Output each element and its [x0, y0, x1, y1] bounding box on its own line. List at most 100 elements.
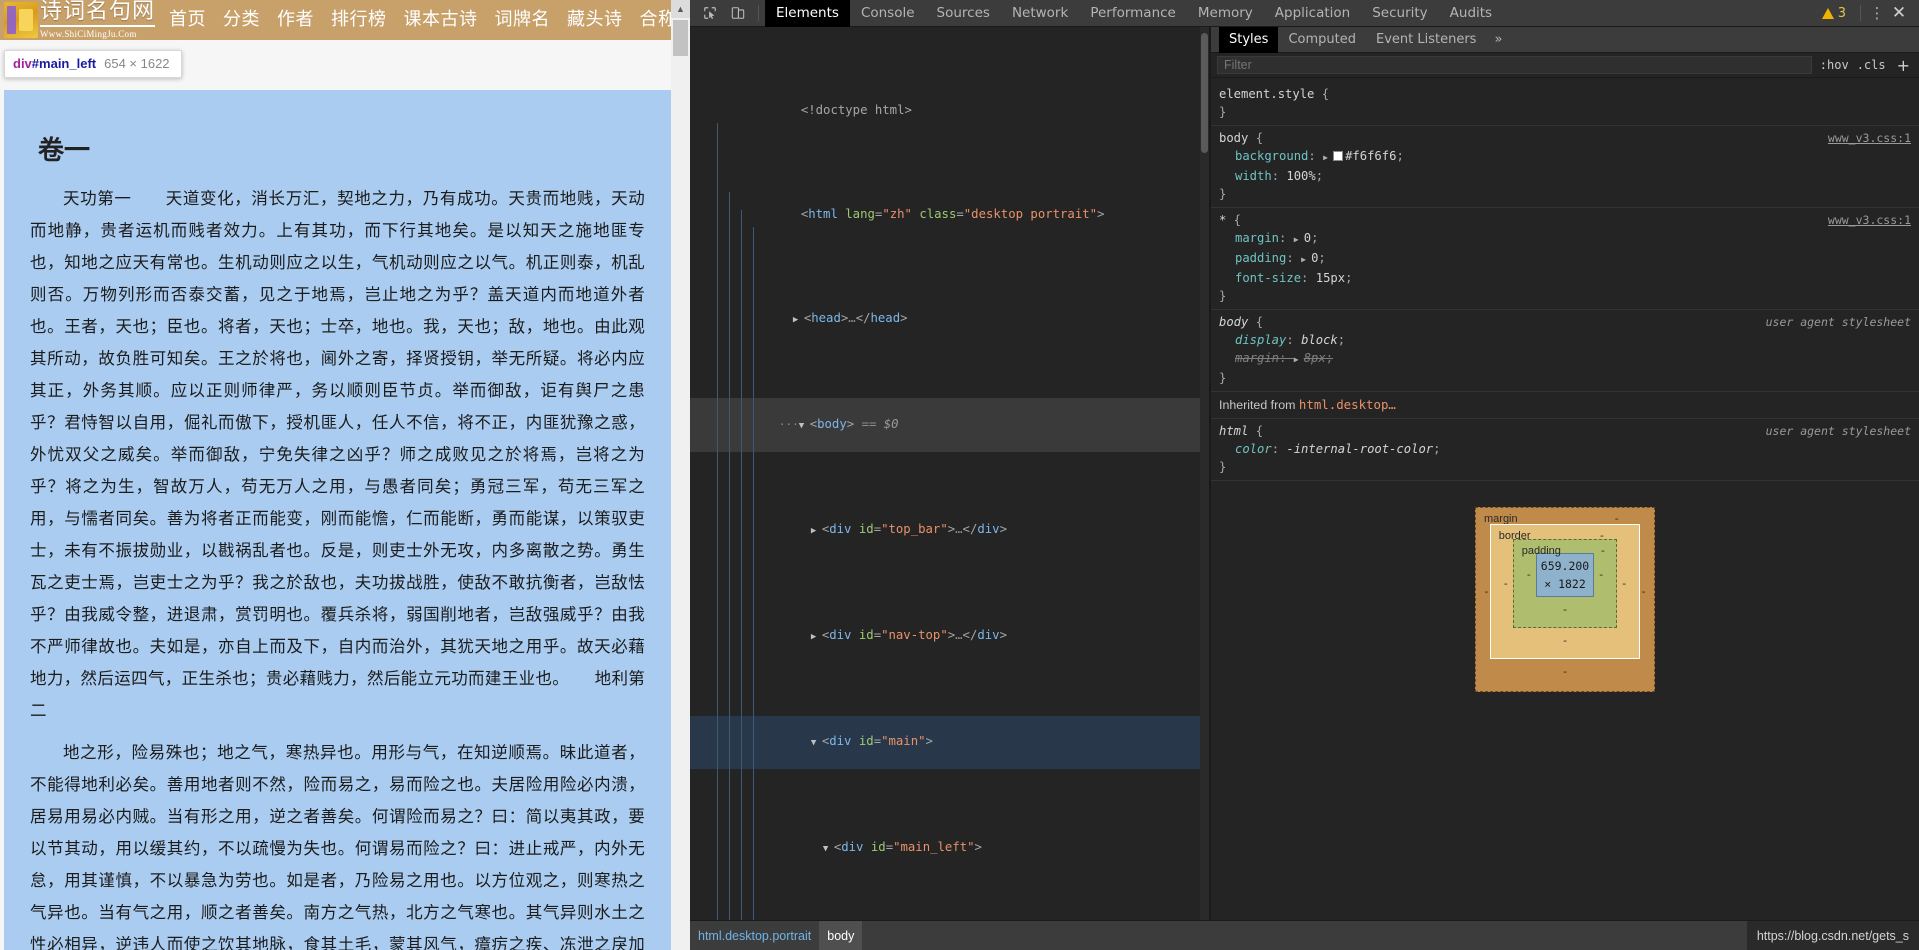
- dom-line-html[interactable]: <html lang="zh" class="desktop portrait"…: [690, 189, 1209, 241]
- box-model-margin-bottom[interactable]: -: [1486, 663, 1644, 681]
- inspect-cursor-icon[interactable]: [696, 0, 724, 26]
- tab-audits[interactable]: Audits: [1439, 0, 1503, 27]
- box-model-margin-left[interactable]: -: [1483, 583, 1490, 601]
- declaration-property[interactable]: margin: [1219, 231, 1279, 245]
- nav-item-acrostic[interactable]: 藏头诗: [567, 0, 623, 40]
- chapter-content: 天功第一 天道变化，消长万汇，契地之力，乃有成功。天贵而地贱，天动而地静，贵者运…: [30, 183, 645, 950]
- declaration-property[interactable]: font-size: [1219, 271, 1301, 285]
- expand-triangle-icon[interactable]: ▶: [811, 523, 822, 540]
- site-logo[interactable]: 诗词名句网 Www.ShiCiMingJu.Com: [4, 0, 169, 40]
- box-model-padding-top[interactable]: -: [1600, 542, 1607, 560]
- declaration-value[interactable]: block: [1301, 333, 1338, 347]
- box-model-margin[interactable]: margin - - border - - padding - - 659.20…: [1475, 507, 1655, 692]
- style-rule-body-author[interactable]: www_v3.css:1 body { background: ▶ #f6f6f6…: [1211, 126, 1919, 208]
- breadcrumb-html[interactable]: html.desktop.portrait: [690, 921, 819, 950]
- dom-line-doctype[interactable]: <!doctype html>: [690, 85, 1209, 137]
- box-model-padding[interactable]: padding - - 659.200 × 1822 - -: [1512, 539, 1618, 628]
- dom-line-main[interactable]: ▼ <div id="main">: [690, 715, 1209, 770]
- nav-item-category[interactable]: 分类: [223, 0, 260, 40]
- tab-memory[interactable]: Memory: [1187, 0, 1264, 27]
- element-classes-button[interactable]: .cls: [1857, 58, 1886, 72]
- devtools-tabstrip: Elements Console Sources Network Perform…: [765, 0, 1503, 27]
- box-model-padding-left[interactable]: -: [1522, 566, 1536, 584]
- more-tabs-icon[interactable]: »: [1486, 32, 1510, 47]
- style-rule-html-ua[interactable]: user agent stylesheet html { color: -int…: [1211, 419, 1919, 481]
- box-model-border-bottom[interactable]: -: [1499, 632, 1631, 650]
- styles-filter-input[interactable]: [1217, 56, 1812, 74]
- collapse-triangle-icon[interactable]: ▼: [799, 418, 810, 435]
- dom-line-head[interactable]: ▶ <head>…</head>: [690, 292, 1209, 346]
- dom-line-body[interactable]: ···▼ <body> == $0: [690, 398, 1209, 453]
- expand-shorthand-icon[interactable]: ▶: [1323, 149, 1333, 167]
- tab-network[interactable]: Network: [1001, 0, 1079, 27]
- nav-item-author[interactable]: 作者: [277, 0, 314, 40]
- declaration-property[interactable]: display: [1219, 333, 1286, 347]
- inherited-source[interactable]: html.desktop…: [1299, 397, 1396, 412]
- device-toolbar-icon[interactable]: [724, 0, 752, 26]
- dom-line-main-left[interactable]: ▼ <div id="main_left">: [690, 821, 1209, 875]
- box-model-padding-label: padding: [1521, 545, 1561, 557]
- expand-shorthand-icon[interactable]: ▶: [1294, 231, 1304, 249]
- expand-triangle-icon[interactable]: ▶: [793, 312, 804, 329]
- tab-console[interactable]: Console: [850, 0, 926, 27]
- declaration-property[interactable]: padding: [1219, 251, 1286, 265]
- scrollbar-thumb[interactable]: [1201, 33, 1208, 153]
- declaration-property[interactable]: margin: [1219, 351, 1279, 365]
- rule-selector[interactable]: body: [1219, 131, 1248, 145]
- declaration-value[interactable]: 8px: [1304, 351, 1326, 365]
- declaration-value[interactable]: 100%: [1286, 169, 1315, 183]
- declaration-value[interactable]: #f6f6f6: [1345, 149, 1396, 163]
- rule-selector[interactable]: body: [1219, 315, 1248, 329]
- tab-sources[interactable]: Sources: [926, 0, 1001, 27]
- scroll-up-arrow-icon[interactable]: ▲: [671, 0, 690, 18]
- tab-computed[interactable]: Computed: [1278, 27, 1366, 53]
- tab-performance[interactable]: Performance: [1079, 0, 1187, 27]
- declaration-value[interactable]: -internal-root-color: [1286, 442, 1433, 456]
- new-style-rule-button[interactable]: +: [1894, 56, 1913, 75]
- box-model-border-right[interactable]: -: [1617, 575, 1631, 593]
- tab-event-listeners[interactable]: Event Listeners: [1366, 27, 1486, 53]
- scrollbar-thumb[interactable]: [673, 20, 688, 56]
- box-model-padding-right[interactable]: -: [1594, 566, 1608, 584]
- color-swatch[interactable]: [1333, 151, 1344, 161]
- close-icon[interactable]: ✕: [1887, 3, 1911, 23]
- page-vertical-scrollbar[interactable]: ▲: [671, 0, 690, 950]
- breadcrumb-body[interactable]: body: [819, 920, 863, 950]
- tab-security[interactable]: Security: [1361, 0, 1438, 27]
- dom-line-nav-top[interactable]: ▶ <div id="nav-top">…</div>: [690, 610, 1209, 664]
- collapse-triangle-icon[interactable]: ▼: [823, 841, 834, 858]
- nav-item-home[interactable]: 首页: [169, 0, 206, 40]
- tab-styles[interactable]: Styles: [1219, 27, 1279, 53]
- box-model-border[interactable]: border - - padding - - 659.200 × 1822 - …: [1489, 524, 1641, 659]
- style-rule-element-style[interactable]: element.style { }: [1211, 82, 1919, 126]
- inherited-label: Inherited from: [1219, 398, 1296, 412]
- rule-selector[interactable]: html: [1219, 424, 1248, 438]
- box-model-border-left[interactable]: -: [1499, 575, 1513, 593]
- dom-tree-pane[interactable]: <!doctype html> <html lang="zh" class="d…: [690, 27, 1210, 920]
- style-rule-universal[interactable]: www_v3.css:1 * { margin: ▶ 0; padding: ▶ 0…: [1211, 208, 1919, 310]
- dom-tree-scrollbar[interactable]: [1200, 27, 1209, 920]
- box-model-padding-bottom[interactable]: -: [1522, 601, 1608, 619]
- expand-triangle-icon[interactable]: ▶: [811, 629, 822, 646]
- site-navbar: 诗词名句网 Www.ShiCiMingJu.Com 首页 分类 作者 排行榜 课…: [0, 0, 690, 40]
- declaration-value[interactable]: 15px: [1316, 271, 1345, 285]
- declaration-value[interactable]: 0: [1304, 231, 1311, 245]
- declaration-property[interactable]: width: [1219, 169, 1272, 183]
- rule-selector[interactable]: element.style: [1219, 87, 1314, 101]
- nav-item-ranking[interactable]: 排行榜: [331, 0, 387, 40]
- warning-counter[interactable]: 3: [1821, 6, 1846, 21]
- tab-elements[interactable]: Elements: [765, 0, 850, 27]
- tab-application[interactable]: Application: [1264, 0, 1361, 27]
- box-model-margin-right[interactable]: -: [1640, 583, 1647, 601]
- dom-line-top-bar[interactable]: ▶ <div id="top_bar">…</div>: [690, 504, 1209, 558]
- more-options-icon[interactable]: ⋮: [1867, 4, 1887, 22]
- declaration-property[interactable]: background: [1219, 149, 1308, 163]
- nav-item-cipai[interactable]: 词牌名: [495, 0, 551, 40]
- declaration-property[interactable]: color: [1219, 442, 1272, 456]
- expand-shorthand-icon[interactable]: ▶: [1294, 351, 1304, 369]
- expand-shorthand-icon[interactable]: ▶: [1301, 251, 1311, 269]
- collapse-triangle-icon[interactable]: ▼: [811, 735, 822, 752]
- nav-item-textbook-poems[interactable]: 课本古诗: [404, 0, 478, 40]
- style-rule-body-ua[interactable]: user agent stylesheet body { display: bl…: [1211, 310, 1919, 392]
- hover-state-button[interactable]: :hov: [1820, 58, 1849, 72]
